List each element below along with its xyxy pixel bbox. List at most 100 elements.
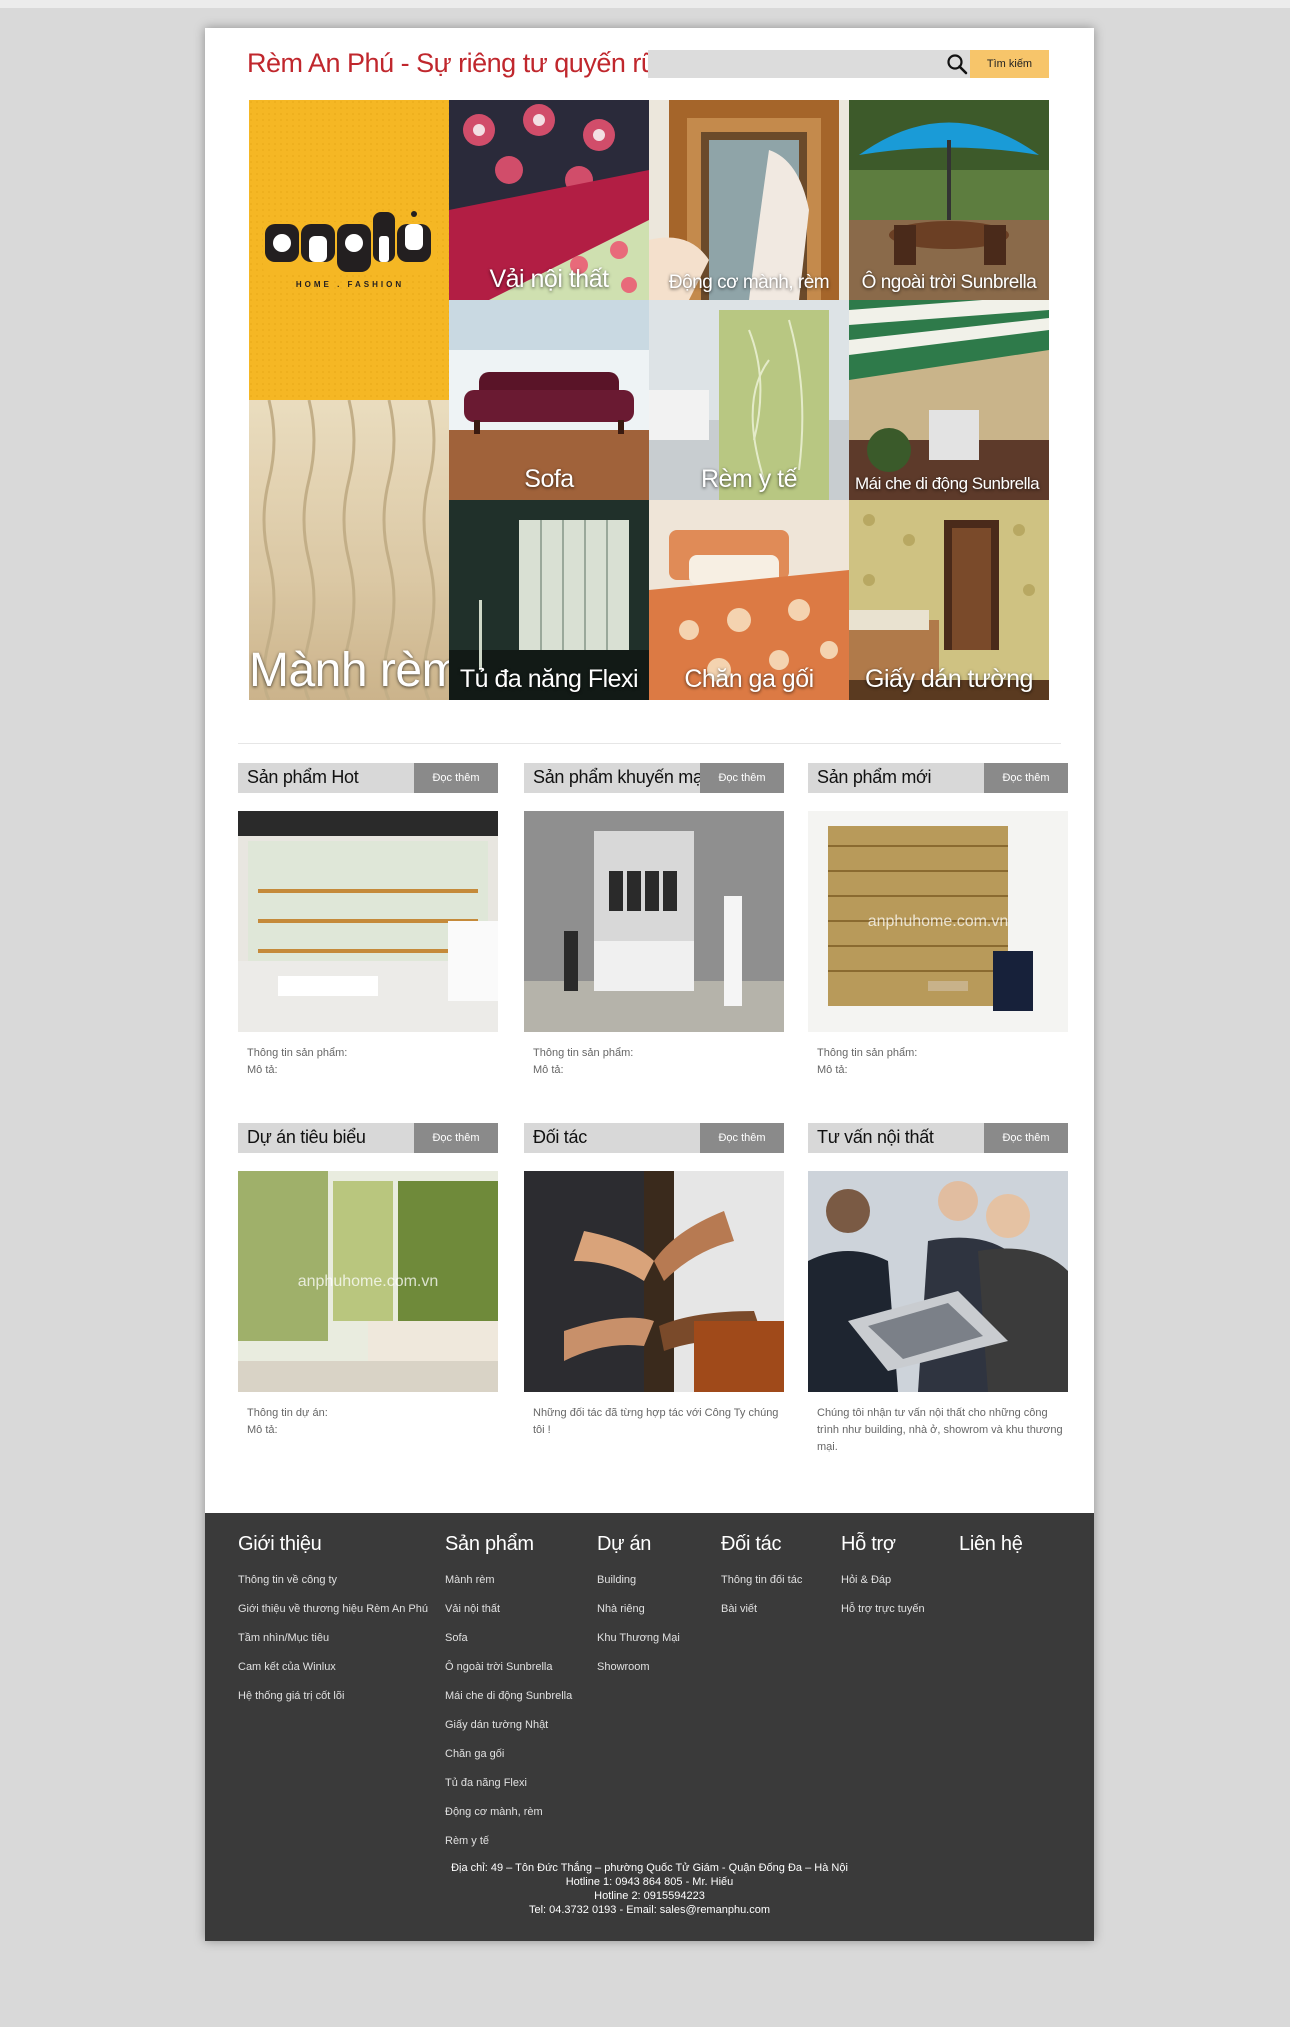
footer-link[interactable]: Hỗ trợ trực tuyến <box>841 1595 925 1624</box>
footer-link[interactable]: Nhà riêng <box>597 1595 680 1624</box>
read-more-button[interactable]: Đọc thêm <box>700 763 784 793</box>
section-image[interactable]: anphuhome.com.vn <box>238 1171 498 1392</box>
bamboo-blind-illustration: anphuhome.com.vn <box>808 811 1068 1032</box>
site-title: Rèm An Phú - Sự riêng tư quyến rũ! <box>247 48 663 78</box>
footer-link[interactable]: Giới thiệu về thương hiệu Rèm An Phú <box>238 1595 428 1624</box>
brand-logo: HOME . FASHION <box>249 100 449 400</box>
search-input[interactable] <box>648 50 938 78</box>
tile-chan-ga-goi[interactable]: Chăn ga gối <box>649 500 849 700</box>
footer-link[interactable]: Hệ thống giá trị cốt lõi <box>238 1682 428 1711</box>
footer-link[interactable]: Chăn ga gối <box>445 1740 572 1769</box>
footer-link[interactable]: Thông tin đối tác <box>721 1566 802 1595</box>
tile-vai-noi-that[interactable]: Vải nội thất <box>449 100 649 300</box>
description-line: Thông tin sản phẩm: <box>533 1047 634 1059</box>
tile-manh-rem[interactable]: Mành rèm <box>249 400 449 700</box>
section-san-pham-hot: Sản phẩm Hot Đọc thêm Thông tin sản phẩm… <box>238 763 498 1093</box>
section-san-pham-moi: Sản phẩm mới Đọc thêm anphuhome.com.vn T… <box>808 763 1068 1093</box>
footer-link[interactable]: Bài viết <box>721 1595 802 1624</box>
footer-col-title[interactable]: Đối tác <box>721 1533 802 1556</box>
footer-link[interactable]: Khu Thương Mại <box>597 1624 680 1653</box>
footer-link[interactable]: Hỏi & Đáp <box>841 1566 925 1595</box>
footer-col-du-an: Dự án Building Nhà riêng Khu Thương Mại … <box>597 1533 680 1682</box>
footer-link[interactable]: Sofa <box>445 1624 572 1653</box>
footer-link[interactable]: Tủ đa năng Flexi <box>445 1769 572 1798</box>
search-button[interactable]: Tìm kiếm <box>970 50 1049 78</box>
description-line: Mô tả: <box>533 1064 564 1076</box>
tile-dong-co[interactable]: Động cơ mành, rèm <box>649 100 849 300</box>
description-line: Mô tả: <box>247 1424 278 1436</box>
read-more-button[interactable]: Đọc thêm <box>700 1123 784 1153</box>
showroom-illustration <box>238 811 498 1032</box>
tile-tu-da-nang[interactable]: Tủ đa năng Flexi <box>449 500 649 700</box>
footer-col-title[interactable]: Liên hệ <box>959 1533 1023 1556</box>
section-doi-tac: Đối tác Đọc thêm Những đối tác đã từng h… <box>524 1123 784 1453</box>
umbrella-illustration <box>849 100 1049 300</box>
description-line: Những đối tác đã từng hợp tác với Công T… <box>533 1407 779 1436</box>
tile-sofa[interactable]: Sofa <box>449 300 649 500</box>
section-header: Sản phẩm khuyến mại Đọc thêm <box>524 763 784 793</box>
footer-link[interactable]: Thông tin về công ty <box>238 1566 428 1595</box>
section-du-an-tieu-bieu: Dự án tiêu biểu Đọc thêm anphuhome.com.v… <box>238 1123 498 1453</box>
tile-rem-y-te[interactable]: Rèm y tế <box>649 300 849 500</box>
tile-o-ngoai-troi[interactable]: Ô ngoài trời Sunbrella <box>849 100 1049 300</box>
bedroom-illustration: anphuhome.com.vn <box>238 1171 498 1392</box>
footer-link[interactable]: Động cơ mành, rèm <box>445 1798 572 1827</box>
tile-giay-dan-tuong[interactable]: Giấy dán tường <box>849 500 1049 700</box>
image-watermark: anphuhome.com.vn <box>868 913 1009 930</box>
section-header: Sản phẩm mới Đọc thêm <box>808 763 1068 793</box>
footer-col-title[interactable]: Dự án <box>597 1533 680 1556</box>
section-image[interactable] <box>808 1171 1068 1392</box>
read-more-button[interactable]: Đọc thêm <box>984 1123 1068 1153</box>
section-description: Thông tin sản phẩm: Mô tả: <box>817 1045 1067 1079</box>
logo-subtext: HOME . FASHION <box>296 280 404 289</box>
footer-link[interactable]: Showroom <box>597 1653 680 1682</box>
read-more-button[interactable]: Đọc thêm <box>984 763 1068 793</box>
description-line: Thông tin sản phẩm: <box>817 1047 918 1059</box>
footer-col-san-pham: Sản phẩm Mành rèm Vải nội thất Sofa Ô ng… <box>445 1533 572 1856</box>
footer-col-title[interactable]: Sản phẩm <box>445 1533 572 1556</box>
section-image[interactable] <box>238 811 498 1032</box>
handshake-illustration <box>524 1171 784 1392</box>
footer-link[interactable]: Tầm nhìn/Mục tiêu <box>238 1624 428 1653</box>
footer-col-title[interactable]: Giới thiệu <box>238 1533 428 1556</box>
search-icon[interactable] <box>946 53 968 75</box>
section-image[interactable] <box>524 1171 784 1392</box>
section-title: Đối tác <box>533 1127 587 1147</box>
section-image[interactable] <box>524 811 784 1032</box>
section-header: Tư vấn nội thất Đọc thêm <box>808 1123 1068 1153</box>
tile-caption: Động cơ mành, rèm <box>668 272 830 293</box>
section-header: Dự án tiêu biểu Đọc thêm <box>238 1123 498 1153</box>
footer-link[interactable]: Cam kết của Winlux <box>238 1653 428 1682</box>
footer-link[interactable]: Ô ngoài trời Sunbrella <box>445 1653 572 1682</box>
read-more-button[interactable]: Đọc thêm <box>414 763 498 793</box>
tile-caption: Vải nội thất <box>489 265 609 293</box>
description-line: Mô tả: <box>247 1064 278 1076</box>
window-frame-illustration <box>649 100 849 300</box>
description-line: Chúng tôi nhận tư vấn nội thất cho những… <box>817 1407 1063 1453</box>
footer-address: Địa chỉ: 49 – Tôn Đức Thắng – phường Quố… <box>205 1861 1094 1917</box>
search-bar: Tìm kiếm <box>648 50 1049 78</box>
category-mosaic: HOME . FASHION Mành rèm Vải nội thất Độn… <box>249 100 1049 700</box>
footer-col-ho-tro: Hỗ trợ Hỏi & Đáp Hỗ trợ trực tuyến <box>841 1533 925 1624</box>
section-title: Sản phẩm Hot <box>247 767 359 787</box>
footer: Giới thiệu Thông tin về công ty Giới thi… <box>205 1513 1094 1941</box>
section-header: Sản phẩm Hot Đọc thêm <box>238 763 498 793</box>
footer-link[interactable]: Mái che di động Sunbrella <box>445 1682 572 1711</box>
brand-logo-tile[interactable]: HOME . FASHION <box>249 100 449 400</box>
tile-caption: Giấy dán tường <box>865 665 1033 693</box>
footer-col-title[interactable]: Hỗ trợ <box>841 1533 925 1556</box>
tile-caption: Chăn ga gối <box>684 665 814 693</box>
tile-caption: Rèm y tế <box>700 465 798 493</box>
section-image[interactable]: anphuhome.com.vn <box>808 811 1068 1032</box>
footer-link[interactable]: Building <box>597 1566 680 1595</box>
section-description: Thông tin sản phẩm: Mô tả: <box>533 1045 783 1079</box>
tile-mai-che[interactable]: Mái che di động Sunbrella <box>849 300 1049 500</box>
footer-link[interactable]: Giấy dán tường Nhật <box>445 1711 572 1740</box>
footer-link[interactable]: Vải nội thất <box>445 1595 572 1624</box>
footer-link[interactable]: Rèm y tế <box>445 1827 572 1856</box>
section-header: Đối tác Đọc thêm <box>524 1123 784 1153</box>
description-line: Thông tin sản phẩm: <box>247 1047 348 1059</box>
address-line: Địa chỉ: 49 – Tôn Đức Thắng – phường Quố… <box>451 1862 848 1874</box>
read-more-button[interactable]: Đọc thêm <box>414 1123 498 1153</box>
footer-link[interactable]: Mành rèm <box>445 1566 572 1595</box>
